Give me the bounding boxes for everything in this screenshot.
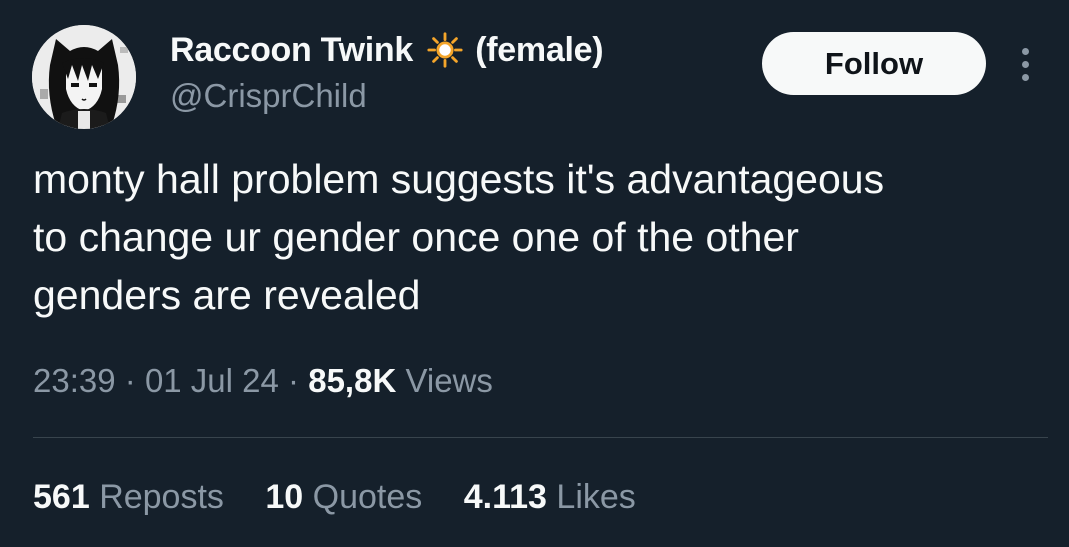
more-dot <box>1022 74 1029 81</box>
reposts-count: 561 <box>33 478 90 516</box>
tweet-text: monty hall problem suggests it's advanta… <box>33 150 1033 324</box>
display-name-text: Raccoon Twink <box>170 31 413 69</box>
tweet-time[interactable]: 23:39 <box>33 362 116 399</box>
engagement-stats: 561 Reposts 10 Quotes 4.113 Likes <box>33 474 668 520</box>
follow-button[interactable]: Follow <box>762 32 986 95</box>
avatar[interactable] <box>32 25 136 129</box>
tweet-text-line: monty hall problem suggests it's advanta… <box>33 156 885 202</box>
quotes-count: 10 <box>265 478 304 516</box>
avatar-image <box>32 25 136 129</box>
quotes-label: Quotes <box>312 478 423 516</box>
tweet-text-line: to change ur gender once one of the othe… <box>33 214 799 260</box>
quotes-stat[interactable]: 10 Quotes <box>265 474 422 520</box>
more-dot <box>1022 61 1029 68</box>
reposts-stat[interactable]: 561 Reposts <box>33 474 224 520</box>
display-name[interactable]: Raccoon Twink (female) <box>170 28 604 72</box>
views-count: 85,8K <box>308 362 397 399</box>
display-name-suffix: (female) <box>475 31 604 69</box>
likes-label: Likes <box>556 478 636 516</box>
meta-separator: · <box>288 362 300 399</box>
reposts-label: Reposts <box>99 478 224 516</box>
more-options-icon[interactable] <box>1012 44 1038 84</box>
views-label: Views <box>405 362 493 399</box>
more-dot <box>1022 48 1029 55</box>
tweet-text-line: genders are revealed <box>33 272 421 318</box>
tweet-date[interactable]: 01 Jul 24 <box>145 362 279 399</box>
sun-emoji-icon <box>427 32 463 68</box>
divider <box>33 437 1048 438</box>
tweet-meta: 23:39 · 01 Jul 24 · 85,8K Views <box>33 358 493 404</box>
likes-stat[interactable]: 4.113 Likes <box>464 474 636 520</box>
meta-separator: · <box>124 362 136 399</box>
user-handle[interactable]: @CrisprChild <box>170 75 367 117</box>
likes-count: 4.113 <box>463 478 547 516</box>
